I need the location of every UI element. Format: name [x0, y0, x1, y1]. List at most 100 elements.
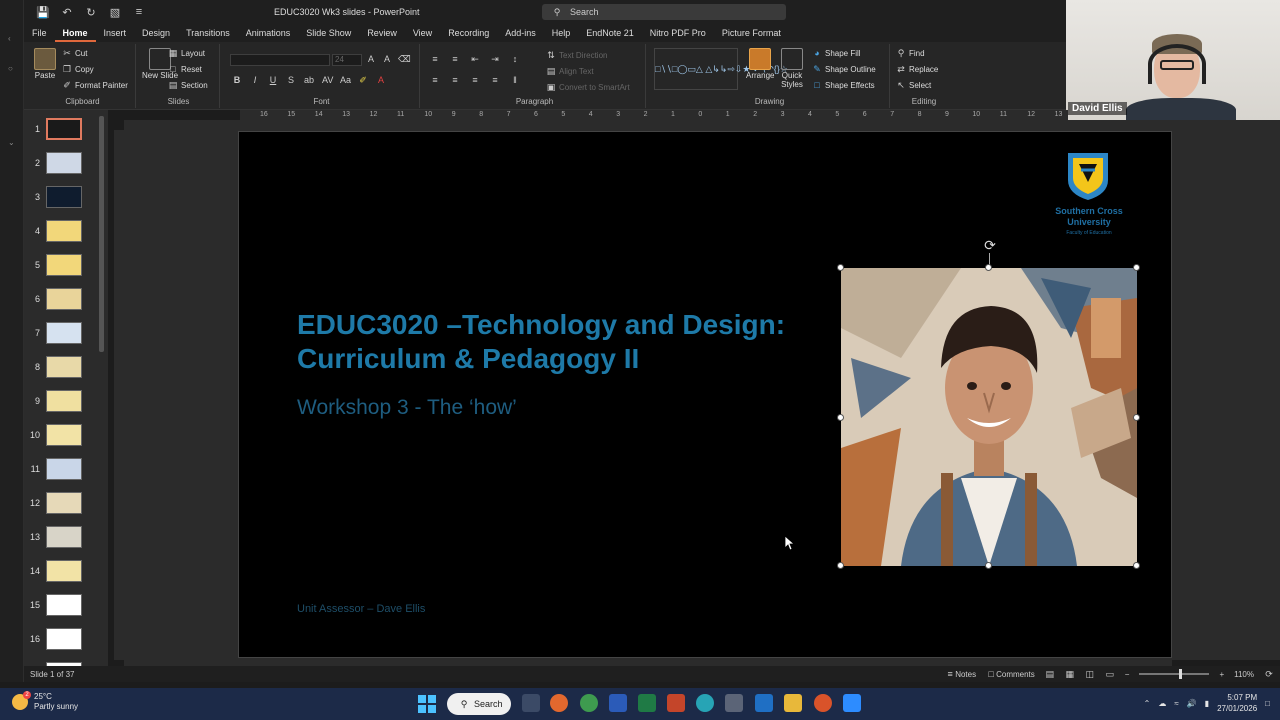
tab-picture-format[interactable]: Picture Format [714, 24, 789, 42]
slide-thumbnail[interactable]: 4 [24, 218, 108, 252]
text-direction-button[interactable]: ⇅ Text Direction [546, 50, 607, 60]
replace-button[interactable]: ⇄ Replace [896, 64, 938, 74]
resize-handle-ne[interactable] [1133, 264, 1140, 271]
cut-button[interactable]: ✂ Cut [62, 48, 87, 58]
line-spacing-icon[interactable]: ↕ [510, 54, 520, 64]
reset-button[interactable]: □ Reset [168, 64, 202, 74]
font-name-box[interactable] [230, 54, 330, 66]
align-left-icon[interactable]: ≡ [430, 75, 440, 85]
clock[interactable]: 5:07 PM 27/01/2026 [1217, 692, 1257, 714]
chevron-down-icon[interactable]: ⌄ [8, 138, 16, 147]
resize-handle-s[interactable] [985, 562, 992, 569]
tab-transitions[interactable]: Transitions [178, 24, 238, 42]
shrink-font-icon[interactable]: A [382, 54, 392, 64]
shape-effects-button[interactable]: □ Shape Effects [812, 80, 874, 90]
slide-subtitle[interactable]: Workshop 3 - The ‘how’ [297, 396, 517, 420]
tab-recording[interactable]: Recording [440, 24, 497, 42]
slide-thumbnail[interactable]: 16 [24, 626, 108, 660]
bullets-icon[interactable]: ≡ [430, 54, 440, 64]
clear-format-icon[interactable]: ⌫ [398, 54, 411, 64]
paste-button[interactable]: Paste [34, 48, 56, 80]
start-button[interactable] [418, 695, 436, 713]
highlight-icon[interactable]: ✐ [358, 75, 368, 85]
circle-icon[interactable]: ○ [8, 64, 16, 73]
strikethrough-icon[interactable]: S [286, 75, 296, 85]
zoom-out-button[interactable]: − [1125, 670, 1130, 679]
volume-icon[interactable]: 🔊 [1187, 699, 1197, 708]
powerpoint-icon[interactable] [667, 694, 685, 712]
quick-styles-button[interactable]: Quick Styles [778, 48, 806, 89]
present-icon[interactable]: ▧ [108, 5, 122, 19]
zoom-icon[interactable] [843, 694, 861, 712]
change-case-icon[interactable]: Aa [340, 75, 351, 85]
shape-fill-button[interactable]: ◕ Shape Fill [812, 48, 860, 58]
word-icon[interactable] [609, 694, 627, 712]
format-painter-button[interactable]: ✐ Format Painter [62, 80, 128, 90]
tab-home[interactable]: Home [54, 24, 96, 42]
resize-handle-w[interactable] [837, 414, 844, 421]
slideshow-view-icon[interactable]: ▭ [1105, 669, 1115, 679]
copy-button[interactable]: ❐ Copy [62, 64, 94, 74]
align-center-icon[interactable]: ≡ [450, 75, 460, 85]
tab-help[interactable]: Help [544, 24, 579, 42]
tab-slide-show[interactable]: Slide Show [298, 24, 359, 42]
save-icon[interactable]: 💾 [36, 5, 50, 19]
resize-handle-se[interactable] [1133, 562, 1140, 569]
select-button[interactable]: ↖ Select [896, 80, 931, 90]
resize-handle-e[interactable] [1133, 414, 1140, 421]
tab-endnote-21[interactable]: EndNote 21 [578, 24, 642, 42]
edge-icon[interactable] [696, 694, 714, 712]
justify-icon[interactable]: ≡ [490, 75, 500, 85]
align-right-icon[interactable]: ≡ [470, 75, 480, 85]
tab-review[interactable]: Review [359, 24, 405, 42]
resize-handle-sw[interactable] [837, 562, 844, 569]
numbering-icon[interactable]: ≡ [450, 54, 460, 64]
align-text-button[interactable]: ▤ Align Text [546, 66, 594, 76]
convert-smartart-button[interactable]: ▣ Convert to SmartArt [546, 82, 630, 92]
notifications-icon[interactable]: □ [1265, 699, 1270, 708]
slide-thumbnail[interactable]: 12 [24, 490, 108, 524]
excel-icon[interactable] [638, 694, 656, 712]
slide-thumbnail[interactable]: 2 [24, 150, 108, 184]
reading-view-icon[interactable]: ◫ [1085, 669, 1095, 679]
decrease-indent-icon[interactable]: ⇤ [470, 54, 480, 64]
slide-sorter-icon[interactable]: ▦ [1065, 669, 1075, 679]
slide-thumbnail[interactable]: 13 [24, 524, 108, 558]
bold-icon[interactable]: B [232, 75, 242, 85]
slide-thumbnail[interactable]: 15 [24, 592, 108, 626]
app-icon[interactable] [725, 694, 743, 712]
undo-icon[interactable]: ↶ [60, 5, 74, 19]
slide-thumbnail[interactable]: 11 [24, 456, 108, 490]
tab-insert[interactable]: Insert [96, 24, 135, 42]
slide-thumbnail[interactable]: 1 [24, 116, 108, 150]
layout-button[interactable]: ▦ Layout [168, 48, 205, 58]
tray-chevron-icon[interactable]: ⌃ [1144, 699, 1151, 708]
comments-button[interactable]: □ Comments [986, 669, 1034, 679]
arrange-button[interactable]: Arrange [746, 48, 774, 80]
normal-view-icon[interactable]: ▤ [1045, 669, 1055, 679]
thumbnails-scrollbar[interactable] [98, 116, 105, 656]
zoom-in-button[interactable]: + [1219, 670, 1224, 679]
file-explorer-icon[interactable] [784, 694, 802, 712]
wifi-icon[interactable]: ≈ [1174, 699, 1178, 708]
grow-font-icon[interactable]: A [366, 54, 376, 64]
shadow-icon[interactable]: ab [304, 75, 314, 85]
chrome-icon[interactable] [580, 694, 598, 712]
chevron-left-icon[interactable]: ‹ [8, 34, 16, 43]
slide-thumbnail[interactable]: 9 [24, 388, 108, 422]
slide-thumbnail[interactable]: 5 [24, 252, 108, 286]
increase-indent-icon[interactable]: ⇥ [490, 54, 500, 64]
zoom-slider[interactable] [1139, 669, 1210, 679]
onedrive-icon[interactable]: ☁ [1158, 699, 1166, 708]
zoom-slider-knob[interactable] [1179, 669, 1183, 679]
spacing-icon[interactable]: AV [322, 75, 333, 85]
slide-thumbnail[interactable]: 3 [24, 184, 108, 218]
shape-outline-button[interactable]: ✎ Shape Outline [812, 64, 875, 74]
slide-thumbnail[interactable]: 6 [24, 286, 108, 320]
slide-thumbnail[interactable]: 14 [24, 558, 108, 592]
task-view-icon[interactable] [522, 694, 540, 712]
customize-icon[interactable]: ≡ [132, 5, 146, 19]
student-illustration[interactable] [841, 268, 1137, 566]
search-box[interactable]: ⚲ Search [542, 4, 786, 20]
notes-button[interactable]: ≡ Notes [945, 669, 977, 679]
